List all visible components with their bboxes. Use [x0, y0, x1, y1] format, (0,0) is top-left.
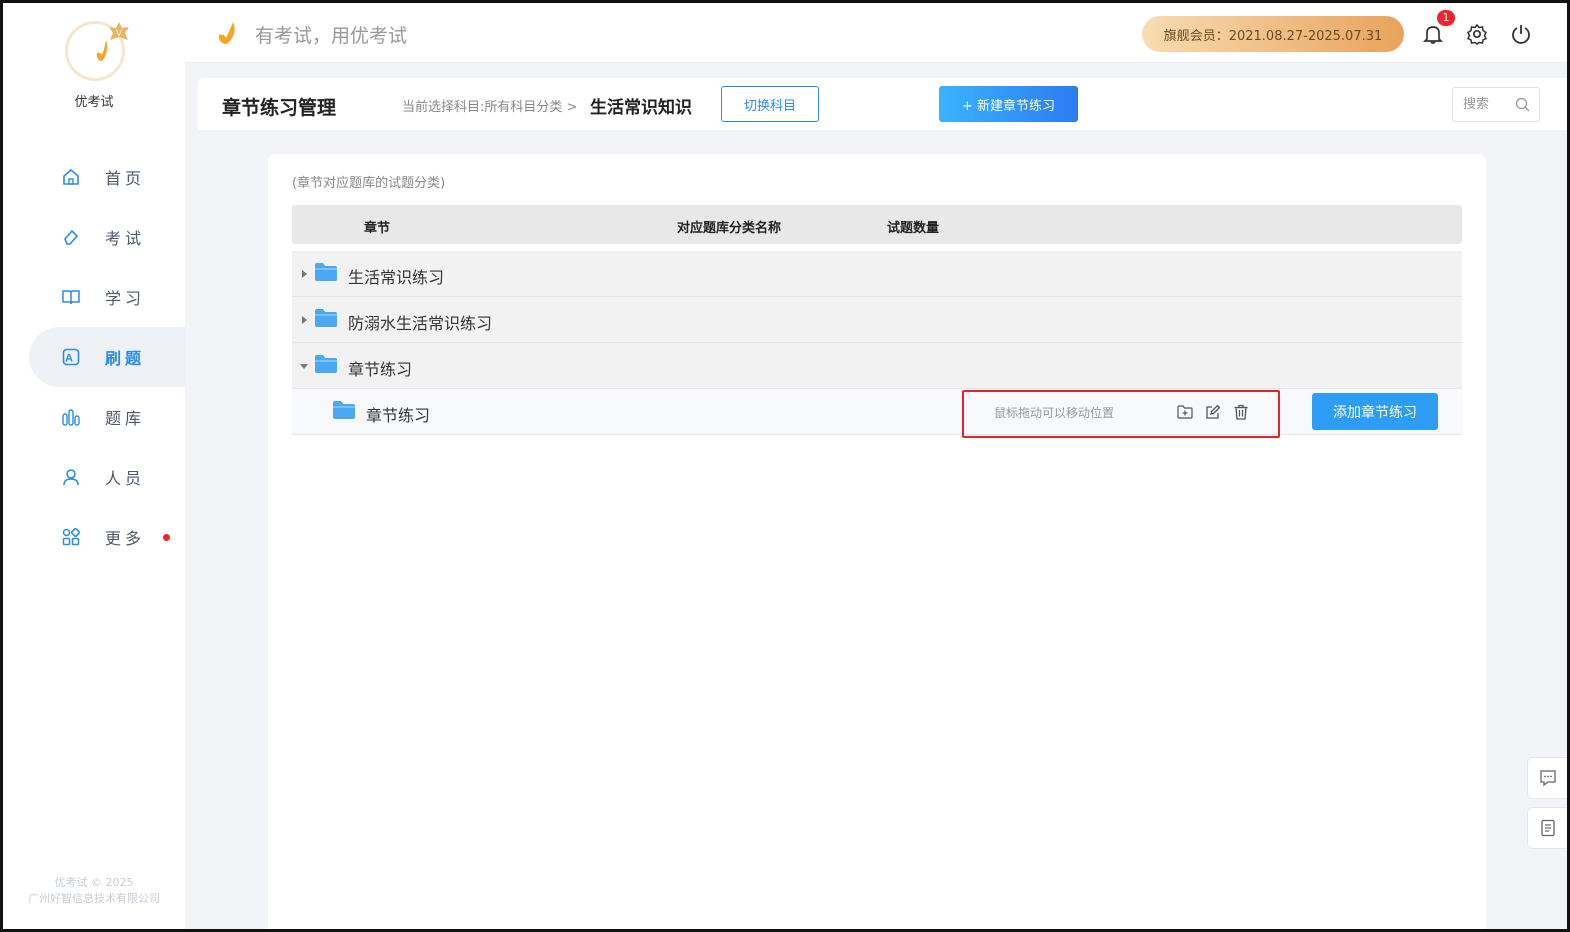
page-titlebar: 章节练习管理 当前选择科目:所有科目分类 > 生活常识知识 切换科目 + 新建章…: [198, 78, 1567, 130]
search-icon[interactable]: [1515, 97, 1530, 112]
document-icon: [1541, 819, 1555, 837]
column-header-count: 试题数量: [887, 221, 940, 236]
logo-leaf-icon: [96, 40, 108, 61]
folder-icon: [315, 263, 337, 281]
user-icon: [61, 467, 81, 487]
tree-row-child[interactable]: 章节练习: [292, 389, 1462, 435]
tree-row-label: 生活常识练习: [348, 268, 445, 287]
book-icon: [61, 287, 81, 307]
app-window: V 优考试 首页 考试 学习 A 刷题 题库 人员 更多 优考试 © 2025 …: [0, 0, 1570, 932]
copyright-line: 优考试 © 2025: [54, 876, 134, 889]
sidebar-item-label: 考试: [105, 229, 146, 248]
feedback-button[interactable]: [1527, 757, 1567, 799]
sidebar-item-more[interactable]: 更多: [3, 507, 185, 567]
tree-row-label: 章节练习: [348, 360, 413, 379]
sidebar-item-label: 首页: [105, 169, 146, 188]
sidebar-item-label: 更多: [105, 529, 146, 548]
sidebar-item-people[interactable]: 人员: [3, 447, 185, 507]
new-chapter-practice-button[interactable]: + 新建章节练习: [939, 86, 1078, 122]
svg-text:A: A: [65, 353, 77, 365]
drag-hint: 鼠标拖动可以移动位置: [994, 406, 1115, 420]
new-indicator-dot: [163, 534, 170, 541]
sidebar-item-question-bank[interactable]: 题库: [3, 387, 185, 447]
add-subfolder-icon[interactable]: [1177, 404, 1193, 420]
brand-name: 优考试: [74, 95, 114, 110]
tree-row-label: 章节练习: [366, 406, 431, 425]
sidebar: V 优考试 首页 考试 学习 A 刷题 题库 人员 更多 优考试 © 2025 …: [3, 3, 185, 929]
expand-arrow-icon[interactable]: [302, 316, 307, 324]
membership-badge[interactable]: 旗舰会员：2021.08.27-2025.07.31: [1142, 16, 1404, 52]
letter-a-icon: A: [61, 347, 81, 367]
tree-row[interactable]: 章节练习: [292, 343, 1462, 389]
document-button[interactable]: [1527, 807, 1567, 849]
column-header-category: 对应题库分类名称: [677, 221, 782, 236]
apps-icon: [61, 527, 81, 547]
expand-arrow-icon[interactable]: [302, 270, 307, 278]
vip-crown-icon: V: [109, 22, 129, 40]
edit-icon[interactable]: [1205, 404, 1221, 420]
table-hint: (章节对应题库的试题分类): [292, 176, 446, 191]
switch-subject-button[interactable]: 切换科目: [721, 86, 819, 122]
table-header: 章节 对应题库分类名称 试题数量: [292, 205, 1462, 244]
breadcrumb-current: 生活常识知识: [590, 98, 692, 118]
sidebar-nav: 首页 考试 学习 A 刷题 题库 人员 更多: [3, 147, 185, 567]
folder-icon: [333, 401, 355, 419]
sidebar-item-label: 人员: [105, 469, 146, 488]
copyright: 优考试 © 2025 广州好智信息技术有限公司: [3, 875, 185, 907]
tree-row-label: 防溺水生活常识练习: [348, 314, 493, 333]
slogan-logo-icon: [218, 22, 235, 44]
bar-chart-icon: [61, 407, 81, 427]
company-name: 广州好智信息技术有限公司: [28, 892, 160, 905]
top-header: 有考试，用优考试 旗舰会员：2021.08.27-2025.07.31 1: [185, 3, 1567, 63]
breadcrumb: 当前选择科目:所有科目分类 >: [402, 100, 578, 115]
chat-icon: [1540, 770, 1556, 787]
bell-icon[interactable]: [1422, 23, 1444, 45]
sidebar-item-study[interactable]: 学习: [3, 267, 185, 327]
slogan: 有考试，用优考试: [255, 25, 408, 47]
sidebar-item-label: 题库: [105, 409, 146, 428]
add-chapter-practice-button[interactable]: 添加章节练习: [1312, 393, 1438, 430]
chapter-tree-card: (章节对应题库的试题分类) 章节 对应题库分类名称 试题数量 生活常识练习 防溺…: [268, 154, 1486, 929]
sidebar-item-label: 刷题: [105, 349, 146, 368]
power-icon[interactable]: [1510, 23, 1532, 45]
sidebar-item-label: 学习: [105, 289, 146, 308]
sidebar-item-practice[interactable]: A 刷题: [29, 327, 185, 387]
svg-text:V: V: [116, 28, 122, 38]
sidebar-item-exam[interactable]: 考试: [3, 207, 185, 267]
sidebar-item-home[interactable]: 首页: [3, 147, 185, 207]
folder-icon: [315, 309, 337, 327]
page-title: 章节练习管理: [222, 97, 337, 119]
notification-badge: 1: [1437, 10, 1455, 26]
column-header-chapter: 章节: [364, 221, 391, 236]
tree-row[interactable]: 防溺水生活常识练习: [292, 297, 1462, 343]
trash-icon[interactable]: [1233, 404, 1249, 420]
eraser-icon: [61, 227, 81, 247]
gear-icon[interactable]: [1466, 23, 1488, 45]
collapse-arrow-icon[interactable]: [300, 364, 308, 369]
home-icon: [61, 167, 81, 187]
folder-icon: [315, 355, 337, 373]
tree-row[interactable]: 生活常识练习: [292, 251, 1462, 297]
